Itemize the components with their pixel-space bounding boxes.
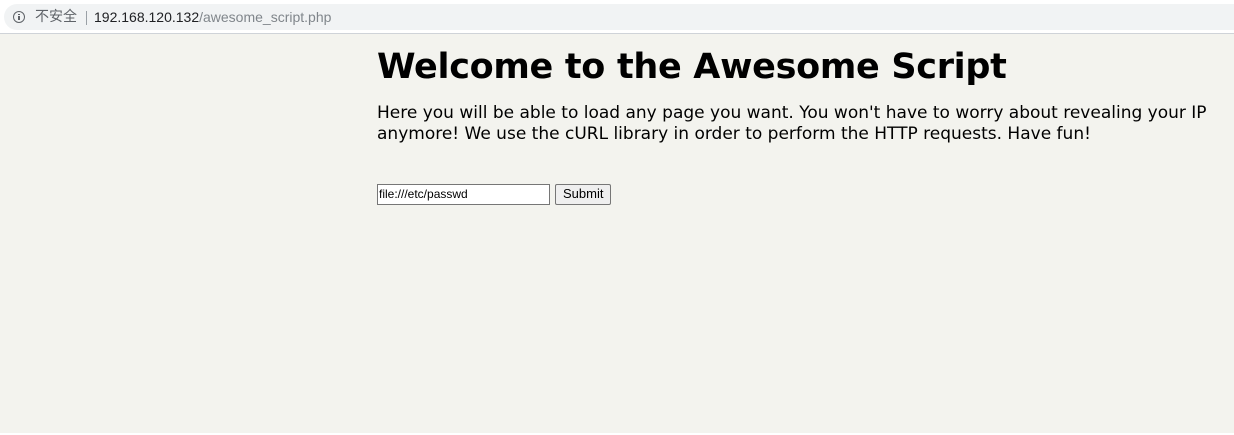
url-host: 192.168.120.132 — [94, 9, 200, 25]
url-path: /awesome_script.php — [199, 9, 332, 25]
page-description: Here you will be able to load any page y… — [377, 103, 1207, 144]
omnibox[interactable]: 不安全 192.168.120.132/awesome_script.php — [4, 4, 1234, 30]
submit-button[interactable]: Submit — [555, 183, 612, 205]
security-label[interactable]: 不安全 — [35, 9, 77, 25]
info-icon[interactable] — [13, 11, 25, 23]
page-title: Welcome to the Awesome Script — [377, 47, 1007, 87]
url-text[interactable]: 192.168.120.132/awesome_script.php — [94, 9, 331, 25]
url-form: Submit — [377, 183, 1234, 205]
url-input[interactable] — [377, 183, 550, 205]
browser-address-bar: 不安全 192.168.120.132/awesome_script.php — [0, 0, 1234, 34]
page-content: Welcome to the Awesome Script Here you w… — [377, 36, 1234, 205]
url-separator — [86, 11, 87, 25]
